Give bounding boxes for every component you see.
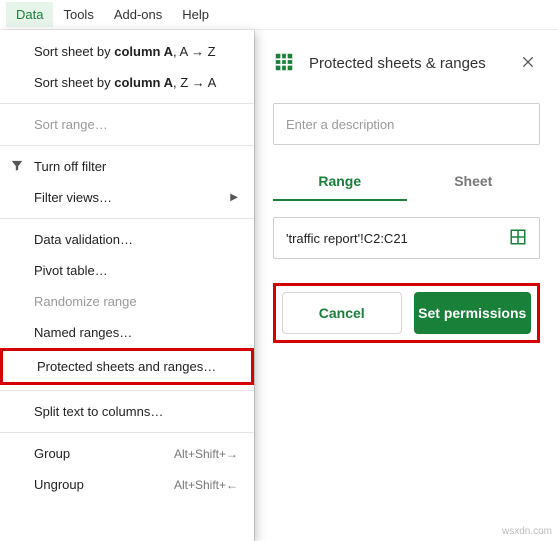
menu-data[interactable]: Data (6, 2, 53, 27)
set-permissions-button[interactable]: Set permissions (414, 292, 532, 334)
button-row: Cancel Set permissions (273, 283, 540, 343)
menu-sort-za[interactable]: Sort sheet by column A, Z → A (0, 67, 254, 98)
menu-split-text[interactable]: Split text to columns… (0, 396, 254, 427)
menu-ungroup[interactable]: Ungroup Alt+Shift+← (0, 469, 254, 500)
tab-sheet[interactable]: Sheet (407, 163, 541, 201)
close-button[interactable] (516, 50, 540, 77)
menu-randomize-range: Randomize range (0, 286, 254, 317)
tab-range[interactable]: Range (273, 163, 407, 201)
menu-group[interactable]: Group Alt+Shift+→ (0, 438, 254, 469)
separator (0, 218, 254, 219)
menu-pivot-table[interactable]: Pivot table… (0, 255, 254, 286)
menu-tools[interactable]: Tools (53, 2, 103, 27)
ungroup-label: Ungroup (34, 477, 84, 492)
range-row (273, 217, 540, 259)
panel-header: Protected sheets & ranges (273, 50, 540, 77)
menu-data-validation[interactable]: Data validation… (0, 224, 254, 255)
menu-sort-az[interactable]: Sort sheet by column A, A → Z (0, 36, 254, 67)
filter-icon (10, 158, 24, 175)
cancel-button[interactable]: Cancel (282, 292, 402, 334)
group-shortcut: Alt+Shift+→ (174, 447, 238, 461)
ungroup-shortcut: Alt+Shift+← (174, 478, 238, 492)
menu-addons[interactable]: Add-ons (104, 2, 172, 27)
menu-help[interactable]: Help (172, 2, 219, 27)
select-range-icon[interactable] (505, 224, 531, 253)
menu-sort-range: Sort range… (0, 109, 254, 140)
group-label: Group (34, 446, 70, 461)
separator (0, 103, 254, 104)
turn-off-filter-label: Turn off filter (34, 159, 106, 174)
menu-filter-views[interactable]: Filter views… ▶ (0, 182, 254, 213)
description-input[interactable] (273, 103, 540, 145)
menubar: Data Tools Add-ons Help (0, 0, 558, 30)
sort-az-label: Sort sheet by column A, A → Z (34, 44, 216, 59)
separator (0, 145, 254, 146)
menu-turn-off-filter[interactable]: Turn off filter (0, 151, 254, 182)
filter-views-label: Filter views… (34, 190, 112, 205)
separator (0, 390, 254, 391)
data-dropdown: Sort sheet by column A, A → Z Sort sheet… (0, 30, 254, 541)
spreadsheet-icon (273, 51, 295, 76)
chevron-right-icon: ▶ (230, 192, 238, 203)
protected-sheets-panel: Protected sheets & ranges Range Sheet (254, 30, 558, 541)
separator (0, 432, 254, 433)
range-input[interactable] (286, 231, 505, 246)
menu-named-ranges[interactable]: Named ranges… (0, 317, 254, 348)
sort-za-label: Sort sheet by column A, Z → A (34, 75, 216, 90)
menu-protected-sheets[interactable]: Protected sheets and ranges… (0, 348, 254, 385)
panel-title: Protected sheets & ranges (309, 55, 516, 72)
watermark: wsxdn.com (502, 526, 552, 537)
panel-tabs: Range Sheet (273, 163, 540, 201)
